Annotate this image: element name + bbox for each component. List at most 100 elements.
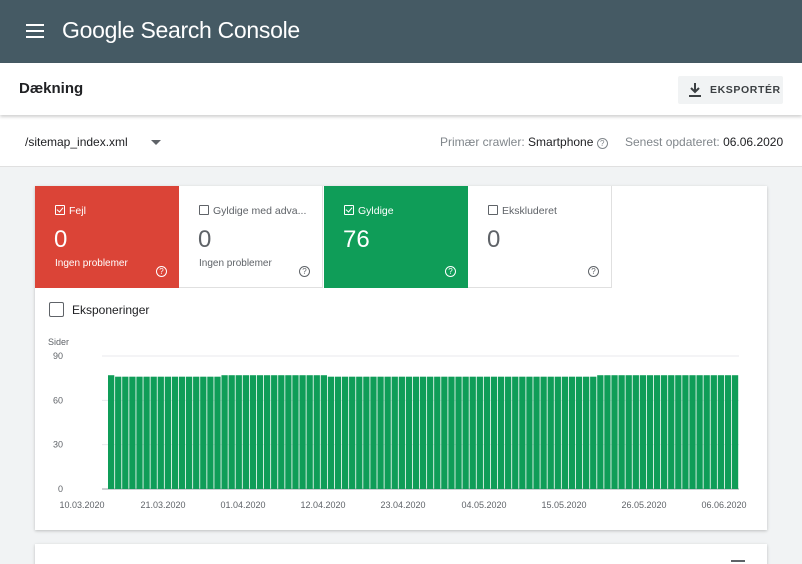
tile-excluded[interactable]: Ekskluderet 0 ?	[468, 186, 612, 288]
y-axis-label: Sider	[48, 337, 69, 347]
export-button[interactable]: EKSPORTÉR	[678, 76, 783, 104]
bar	[249, 375, 257, 489]
bar	[384, 376, 391, 489]
chevron-down-icon[interactable]	[151, 140, 161, 145]
y-tick-label: 60	[53, 395, 63, 405]
bar	[448, 376, 455, 489]
bar	[724, 375, 732, 489]
bar	[356, 376, 363, 489]
bar	[157, 376, 164, 489]
bar	[533, 376, 540, 489]
bar	[554, 376, 561, 489]
bar	[632, 375, 639, 489]
bar	[143, 376, 150, 489]
sitemap-selector[interactable]: /sitemap_index.xml	[25, 135, 128, 149]
bar	[278, 375, 285, 489]
impressions-toggle[interactable]: Eksponeringer	[49, 302, 149, 317]
bar	[653, 375, 661, 489]
bar	[561, 376, 569, 489]
bar	[178, 376, 186, 489]
bar	[611, 375, 618, 489]
bar	[646, 375, 654, 489]
coverage-chart: Sider 0 30 60 90 10.03.2020 21.03.2020 01.04.20…	[35, 334, 767, 514]
bar	[497, 376, 505, 489]
bar	[185, 376, 193, 489]
bar	[171, 376, 179, 489]
tile-value: 0	[487, 226, 501, 253]
impressions-label: Eksponeringer	[72, 303, 150, 317]
bar	[221, 375, 228, 489]
crawler-label: Primær crawler:	[440, 135, 525, 149]
tile-valid-with-warnings[interactable]: Gyldige med adva... 0 Ingen problemer ?	[179, 186, 323, 288]
x-tick-label: 10.03.2020	[59, 500, 104, 510]
bar	[682, 375, 689, 489]
tile-valid[interactable]: Gyldige 76 ?	[324, 186, 468, 288]
bar	[263, 375, 271, 489]
x-tick-label: 06.06.2020	[701, 500, 746, 510]
bar	[668, 375, 675, 489]
help-icon[interactable]: ?	[596, 138, 608, 149]
help-icon[interactable]: ?	[588, 266, 599, 277]
chart-svg: Sider 0 30 60 90 10.03.2020 21.03.2020 01.04.20…	[48, 337, 747, 510]
bar	[540, 376, 547, 489]
bar	[625, 375, 632, 489]
bar	[341, 376, 349, 489]
tile-label: Ekskluderet	[488, 205, 557, 217]
tile-subtext: Ingen problemer	[199, 258, 272, 269]
bar	[412, 376, 420, 489]
bar	[235, 375, 242, 489]
bar	[597, 375, 604, 489]
bar	[689, 375, 696, 489]
x-tick-label: 04.05.2020	[461, 500, 506, 510]
bar	[370, 376, 377, 489]
bar	[349, 376, 356, 489]
bar	[703, 375, 710, 489]
bar	[583, 376, 590, 489]
app-brand[interactable]: Google Search Console	[62, 17, 300, 44]
filter-bar: /sitemap_index.xml Primær crawler: Smart…	[0, 115, 802, 167]
x-tick-label: 23.04.2020	[380, 500, 425, 510]
bar	[575, 376, 583, 489]
menu-icon[interactable]	[26, 24, 44, 38]
x-tick-label: 26.05.2020	[621, 500, 666, 510]
bar	[434, 376, 441, 489]
bar	[526, 376, 533, 489]
checkbox-icon	[49, 302, 64, 317]
tile-label: Fejl	[55, 205, 86, 217]
bar	[590, 376, 597, 489]
bar	[214, 376, 221, 489]
bar	[455, 376, 462, 489]
bar	[483, 376, 491, 489]
filter-icon[interactable]	[731, 560, 745, 562]
bar	[200, 376, 207, 489]
bar	[398, 376, 405, 489]
bar	[731, 375, 739, 489]
bar	[207, 376, 214, 489]
bar	[717, 375, 725, 489]
help-icon[interactable]: ?	[445, 266, 456, 277]
help-icon[interactable]: ?	[299, 266, 310, 277]
bar	[568, 376, 576, 489]
tile-errors[interactable]: Fejl 0 Ingen problemer ?	[35, 186, 179, 288]
bar	[391, 376, 398, 489]
bar	[115, 376, 122, 489]
bar	[547, 376, 554, 489]
x-tick-label: 12.04.2020	[300, 500, 345, 510]
tile-label: Gyldige med adva...	[199, 205, 306, 217]
bar	[675, 375, 682, 489]
bar	[469, 376, 476, 489]
bar	[164, 376, 172, 489]
bar	[122, 376, 129, 489]
checkbox-icon	[344, 205, 354, 215]
y-tick-label: 0	[58, 484, 63, 494]
tile-subtext: Ingen problemer	[55, 258, 128, 269]
bar	[327, 376, 335, 489]
bar	[271, 375, 278, 489]
tile-value: 0	[198, 226, 212, 253]
export-label: EKSPORTÉR	[710, 84, 781, 96]
coverage-card: Fejl 0 Ingen problemer ? Gyldige med adv…	[35, 186, 767, 530]
bar	[242, 375, 249, 489]
help-icon[interactable]: ?	[156, 266, 167, 277]
bar	[136, 376, 143, 489]
bar	[256, 375, 264, 489]
